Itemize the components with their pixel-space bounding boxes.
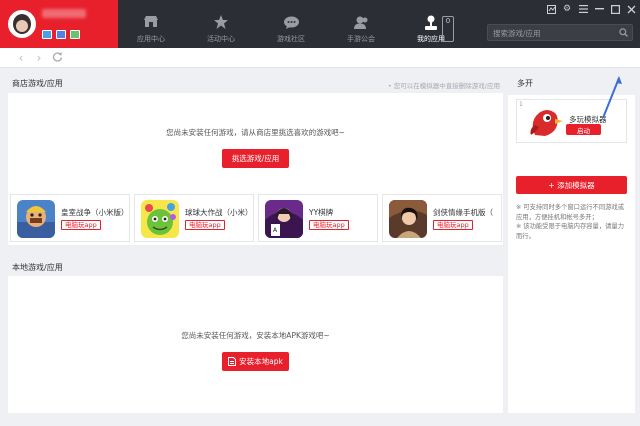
game-icon bbox=[17, 200, 55, 238]
game-card[interactable]: A YY棋牌 电脑玩app bbox=[258, 194, 378, 242]
forward-icon[interactable]: › bbox=[33, 51, 45, 65]
add-emulator-button[interactable]: + 添加模拟器 bbox=[516, 176, 627, 194]
window-controls: ⚙ bbox=[543, 3, 639, 15]
tab-label: 手游公会 bbox=[347, 35, 375, 43]
game-name: 球球大作战（小米） bbox=[185, 208, 253, 217]
minimize-icon[interactable] bbox=[591, 3, 607, 15]
tab-label: 游戏社区 bbox=[277, 35, 305, 43]
menu-icon[interactable] bbox=[575, 3, 591, 15]
joystick-icon bbox=[423, 15, 439, 30]
game-name: 剑侠情缘手机版（ bbox=[433, 208, 493, 217]
install-apk-button[interactable]: 安装本地apk bbox=[222, 352, 289, 371]
store-hint: • 您可以在模拟器中直接删除游戏/应用 bbox=[387, 82, 500, 90]
close-icon[interactable] bbox=[623, 3, 639, 15]
game-tag: 电脑玩app bbox=[185, 220, 225, 230]
game-card[interactable]: 皇室战争（小米版） 电脑玩app bbox=[10, 194, 130, 242]
local-empty-message: 您尚未安装任何游戏，安装本地APK游戏吧~ bbox=[181, 331, 330, 340]
refresh-icon[interactable] bbox=[51, 51, 63, 65]
skin-icon[interactable] bbox=[543, 3, 559, 15]
game-name: YY棋牌 bbox=[309, 208, 334, 217]
game-card[interactable]: 球球大作战（小米） 电脑玩app bbox=[134, 194, 254, 242]
counter-value: 0 bbox=[445, 17, 451, 25]
pick-games-button[interactable]: 挑选游戏/应用 bbox=[222, 149, 289, 168]
tab-label: 我的应用 bbox=[417, 35, 445, 43]
avatar[interactable] bbox=[8, 10, 36, 38]
store-section-title: 商店游戏/应用 bbox=[12, 79, 63, 88]
multi-notes: ※ 可支持同时多个窗口运行不同游戏或应用，方便挂机和帐号多开； ※ 该功能受限于… bbox=[516, 204, 625, 240]
star-icon bbox=[213, 15, 229, 29]
install-apk-label: 安装本地apk bbox=[239, 357, 283, 366]
emulator-number: 1 bbox=[519, 101, 523, 108]
store-icon bbox=[143, 15, 159, 29]
tab-events[interactable]: 活动中心 bbox=[197, 0, 245, 48]
badge-icon[interactable] bbox=[70, 30, 80, 39]
multi-section-title: 多开 bbox=[517, 79, 533, 88]
multi-instance-panel: 1 多玩模拟器 启动 + 添加模拟器 ※ 可支持同时多个窗口运行不同游戏或应用，… bbox=[508, 76, 635, 413]
users-icon bbox=[353, 15, 369, 29]
game-tag: 电脑玩app bbox=[433, 220, 473, 230]
emulator-logo-icon bbox=[525, 105, 565, 139]
game-icon: A bbox=[265, 200, 303, 238]
pointer-arrow-icon bbox=[602, 76, 622, 119]
user-badges bbox=[42, 30, 80, 39]
top-bar: 应用中心 活动中心 游戏社区 手游公会 我的应用 0 ⚙ 搜索游戏/应用 bbox=[0, 0, 640, 48]
game-tag: 电脑玩app bbox=[309, 220, 349, 230]
maximize-icon[interactable] bbox=[607, 3, 623, 15]
recommended-games: 皇室战争（小米版） 电脑玩app 球球大作战（小米） 电脑玩app A YY棋牌… bbox=[10, 194, 503, 242]
settings-icon[interactable]: ⚙ bbox=[559, 3, 575, 15]
history-nav: ‹ › bbox=[0, 48, 640, 68]
tab-label: 应用中心 bbox=[137, 35, 165, 43]
search-placeholder: 搜索游戏/应用 bbox=[493, 29, 541, 38]
task-counter[interactable]: 0 bbox=[442, 16, 454, 42]
game-card[interactable]: 剑侠情缘手机版（ 电脑玩app bbox=[382, 194, 502, 242]
search-icon[interactable] bbox=[619, 28, 628, 39]
badge-icon[interactable] bbox=[56, 30, 66, 39]
game-icon bbox=[389, 200, 427, 238]
main-nav: 应用中心 活动中心 游戏社区 手游公会 我的应用 bbox=[127, 0, 477, 48]
chat-icon bbox=[283, 15, 299, 29]
badge-icon[interactable] bbox=[42, 30, 52, 39]
tab-guild[interactable]: 手游公会 bbox=[337, 0, 385, 48]
emulator-card[interactable]: 1 多玩模拟器 启动 bbox=[516, 76, 627, 143]
user-profile-area bbox=[0, 0, 118, 48]
local-section-title: 本地游戏/应用 bbox=[12, 263, 63, 272]
local-panel: 您尚未安装任何游戏，安装本地APK游戏吧~ 安装本地apk bbox=[8, 276, 503, 413]
store-empty-message: 您尚未安装任何游戏，请从商店里挑选喜欢的游戏吧~ bbox=[166, 128, 345, 137]
game-name: 皇室战争（小米版） bbox=[61, 208, 129, 217]
tab-app-center[interactable]: 应用中心 bbox=[127, 0, 175, 48]
username-blurred bbox=[42, 9, 86, 18]
tab-label: 活动中心 bbox=[207, 35, 235, 43]
game-icon bbox=[141, 200, 179, 238]
back-icon[interactable]: ‹ bbox=[15, 51, 27, 65]
tab-community[interactable]: 游戏社区 bbox=[267, 0, 315, 48]
apk-file-icon bbox=[228, 357, 237, 366]
game-tag: 电脑玩app bbox=[61, 220, 101, 230]
search-input[interactable]: 搜索游戏/应用 bbox=[487, 24, 633, 41]
